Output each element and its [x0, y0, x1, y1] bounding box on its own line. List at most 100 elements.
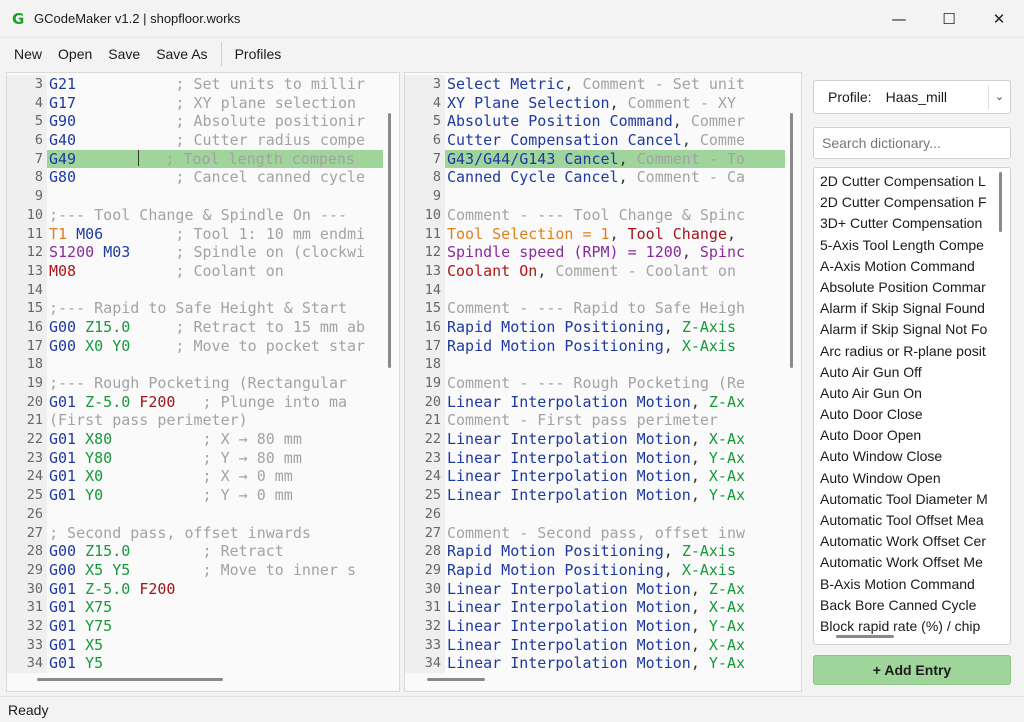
- code-line[interactable]: 29 Rapid Motion Positioning, X-Axis: [405, 560, 785, 580]
- code-line[interactable]: 15 ;--- Rapid to Safe Height & Start: [7, 299, 383, 318]
- gcode-editor-vscrollbar[interactable]: [388, 113, 391, 368]
- dictionary-item[interactable]: Absolute Position Commar: [814, 277, 992, 298]
- minimize-button[interactable]: —: [874, 0, 924, 37]
- code-line[interactable]: 20 G01 Z-5.0 F200 ; Plunge into ma: [7, 392, 383, 412]
- dictionary-item[interactable]: A-Axis Motion Command: [814, 256, 992, 277]
- gcode-editor[interactable]: 3 G21 ; Set units to millir 4 G17 ; XY plan…: [6, 72, 400, 692]
- code-line[interactable]: 17 Rapid Motion Positioning, X-Axis: [405, 336, 785, 356]
- code-line[interactable]: 33 G01 X5: [7, 635, 383, 655]
- code-line[interactable]: 15 Comment - --- Rapid to Safe Heigh: [405, 299, 785, 318]
- code-line[interactable]: 18: [7, 355, 383, 374]
- code-line[interactable]: 11 T1 M06 ; Tool 1: 10 mm endmi: [7, 224, 383, 244]
- code-line[interactable]: 9: [7, 187, 383, 206]
- code-line[interactable]: 34 G01 Y5: [7, 654, 383, 673]
- code-line-highlighted[interactable]: 7 G49 ; Tool length compens: [7, 149, 383, 169]
- chevron-down-icon[interactable]: ⌄: [988, 85, 1010, 109]
- code-line[interactable]: 10 ;--- Tool Change & Spindle On ---: [7, 205, 383, 225]
- code-line[interactable]: 18: [405, 355, 785, 374]
- dictionary-item[interactable]: Block rapid rate (%) / chip: [814, 616, 992, 637]
- code-line[interactable]: 19 Comment - --- Rough Pocketing (Re: [405, 374, 785, 393]
- dictionary-item[interactable]: Automatic Tool Offset Mea: [814, 510, 992, 531]
- code-line[interactable]: 6 Cutter Compensation Cancel, Comme: [405, 131, 785, 150]
- translation-view-hscrollbar[interactable]: [427, 678, 485, 681]
- dictionary-item[interactable]: Alarm if Skip Signal Found: [814, 298, 992, 319]
- gcode-lines[interactable]: 3 G21 ; Set units to millir 4 G17 ; XY plan…: [7, 75, 383, 673]
- maximize-button[interactable]: ☐: [924, 0, 974, 37]
- code-line[interactable]: 29 G00 X5 Y5 ; Move to inner s: [7, 560, 383, 580]
- profile-select[interactable]: Profile: Haas_mill ⌄: [813, 80, 1011, 114]
- code-line[interactable]: 8 G80 ; Cancel canned cycle: [7, 168, 383, 188]
- dictionary-hscrollbar[interactable]: [836, 635, 894, 638]
- code-line[interactable]: 30 Linear Interpolation Motion, Z-Ax: [405, 579, 785, 599]
- code-line[interactable]: 25 Linear Interpolation Motion, Y-Ax: [405, 486, 785, 505]
- code-line[interactable]: 27; Second pass, offset inwards: [7, 523, 383, 543]
- dictionary-item[interactable]: Automatic Work Offset Cer: [814, 531, 992, 552]
- dictionary-item[interactable]: 2D Cutter Compensation L: [814, 171, 992, 192]
- code-line[interactable]: 23 G01 Y80 ; Y → 80 mm: [7, 448, 383, 468]
- code-line[interactable]: 25 G01 Y0 ; Y → 0 mm: [7, 486, 383, 505]
- code-line[interactable]: 17 G00 X0 Y0 ; Move to pocket star: [7, 336, 383, 356]
- menu-save[interactable]: Save: [100, 38, 148, 71]
- menu-open[interactable]: Open: [50, 38, 100, 71]
- code-line[interactable]: 34 Linear Interpolation Motion, Y-Ax: [405, 654, 785, 673]
- code-line[interactable]: 21 (First pass perimeter): [7, 411, 383, 431]
- dictionary-item[interactable]: Automatic Work Offset Me: [814, 552, 992, 573]
- code-line[interactable]: 3 Select Metric, Comment - Set unit: [405, 75, 785, 94]
- code-line[interactable]: 30 G01 Z-5.0 F200: [7, 579, 383, 599]
- code-line[interactable]: 21 Comment - First pass perimeter: [405, 411, 785, 431]
- code-line[interactable]: 23 Linear Interpolation Motion, Y-Ax: [405, 448, 785, 468]
- code-line[interactable]: 28 Rapid Motion Positioning, Z-Axis: [405, 542, 785, 561]
- code-line[interactable]: 20 Linear Interpolation Motion, Z-Ax: [405, 392, 785, 412]
- dictionary-item[interactable]: 3D+ Cutter Compensation: [814, 213, 992, 234]
- code-line[interactable]: 12 Spindle speed (RPM) = 1200, Spinc: [405, 243, 785, 262]
- translation-view[interactable]: 3 Select Metric, Comment - Set unit 4 XY Pl…: [404, 72, 802, 692]
- code-line[interactable]: 27 Comment - Second pass, offset inw: [405, 523, 785, 543]
- code-line[interactable]: 22 Linear Interpolation Motion, X-Ax: [405, 430, 785, 449]
- code-line[interactable]: 24 G01 X0 ; X → 0 mm: [7, 467, 383, 487]
- code-line[interactable]: 24 Linear Interpolation Motion, X-Ax: [405, 467, 785, 487]
- code-line[interactable]: 16 Rapid Motion Positioning, Z-Axis: [405, 317, 785, 337]
- gcode-editor-hscrollbar[interactable]: [37, 678, 223, 681]
- code-line[interactable]: 4 G17 ; XY plane selection: [7, 93, 383, 113]
- dictionary-search-input[interactable]: [813, 127, 1011, 159]
- code-line[interactable]: 13 Coolant On, Comment - Coolant on: [405, 261, 785, 281]
- dictionary-item[interactable]: Automatic Tool Diameter M: [814, 489, 992, 510]
- dictionary-item[interactable]: Auto Air Gun On: [814, 383, 992, 404]
- dictionary-item[interactable]: Back Bore Canned Cycle: [814, 595, 992, 616]
- code-line[interactable]: 32 G01 Y75: [7, 616, 383, 636]
- dictionary-item[interactable]: 5-Axis Tool Length Compe: [814, 235, 992, 256]
- dictionary-list[interactable]: 2D Cutter Compensation L 2D Cutter Compen…: [813, 167, 1011, 645]
- code-line[interactable]: 12 S1200 M03 ; Spindle on (clockwi: [7, 243, 383, 262]
- code-line[interactable]: 19 ;--- Rough Pocketing (Rectangular: [7, 374, 383, 393]
- translation-view-vscrollbar[interactable]: [790, 113, 793, 368]
- close-button[interactable]: ✕: [974, 0, 1024, 37]
- code-line[interactable]: 33 Linear Interpolation Motion, X-Ax: [405, 635, 785, 655]
- code-line[interactable]: 31 G01 X75: [7, 598, 383, 617]
- code-line[interactable]: 31 Linear Interpolation Motion, X-Ax: [405, 598, 785, 617]
- dictionary-item[interactable]: Auto Window Close: [814, 446, 992, 467]
- code-line[interactable]: 10 Comment - --- Tool Change & Spinc: [405, 205, 785, 225]
- code-line[interactable]: 26: [405, 504, 785, 524]
- code-line-highlighted[interactable]: 7 G43/G44/G143 Cancel, Comment - To: [405, 149, 785, 169]
- code-line[interactable]: 3 G21 ; Set units to millir: [7, 75, 383, 94]
- dictionary-item[interactable]: B-Axis Motion Command: [814, 574, 992, 595]
- code-line[interactable]: 13 M08 ; Coolant on: [7, 261, 383, 281]
- code-line[interactable]: 5 G90 ; Absolute positionir: [7, 112, 383, 132]
- menu-profiles[interactable]: Profiles: [227, 38, 290, 71]
- add-entry-button[interactable]: + Add Entry: [813, 655, 1011, 685]
- code-line[interactable]: 8 Canned Cycle Cancel, Comment - Ca: [405, 168, 785, 188]
- code-line[interactable]: 14: [7, 280, 383, 300]
- menu-save-as[interactable]: Save As: [148, 38, 215, 71]
- dictionary-item[interactable]: Alarm if Skip Signal Not Fo: [814, 319, 992, 340]
- code-line[interactable]: 26: [7, 504, 383, 524]
- dictionary-item[interactable]: 2D Cutter Compensation F: [814, 192, 992, 213]
- menu-new[interactable]: New: [6, 38, 50, 71]
- dictionary-item[interactable]: Auto Air Gun Off: [814, 362, 992, 383]
- code-line[interactable]: 16 G00 Z15.0 ; Retract to 15 mm ab: [7, 317, 383, 337]
- code-line[interactable]: 5 Absolute Position Command, Commer: [405, 112, 785, 132]
- code-line[interactable]: 6 G40 ; Cutter radius compe: [7, 131, 383, 150]
- code-line[interactable]: 32 Linear Interpolation Motion, Y-Ax: [405, 616, 785, 636]
- dictionary-item[interactable]: Auto Window Open: [814, 468, 992, 489]
- code-line[interactable]: 14: [405, 280, 785, 300]
- translation-lines[interactable]: 3 Select Metric, Comment - Set unit 4 XY Pl…: [405, 75, 785, 673]
